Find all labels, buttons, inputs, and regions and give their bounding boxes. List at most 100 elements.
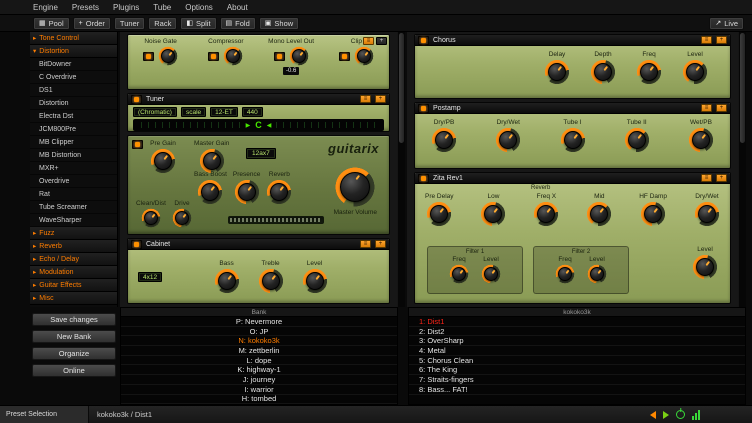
sidebar-plugin-item[interactable]: MXR+	[30, 162, 117, 175]
knob[interactable]	[533, 201, 559, 227]
power-button[interactable]	[131, 240, 142, 249]
power-button[interactable]	[143, 52, 154, 61]
sidebar-plugin-item[interactable]: Overdrive	[30, 175, 117, 188]
menu-item[interactable]: Tube	[153, 3, 171, 12]
tuner-select[interactable]: (Chromatic)	[133, 107, 177, 117]
unit-menu-button[interactable]: ≡	[363, 37, 374, 45]
menu-item[interactable]: Options	[185, 3, 213, 12]
unit-add-button[interactable]: +	[716, 104, 727, 112]
knob[interactable]	[354, 46, 374, 66]
sidebar-plugin-item[interactable]: Distortion	[30, 97, 117, 110]
toolbar-toggle-button[interactable]: ▣ Show	[259, 17, 299, 30]
sidebar-category[interactable]: ▾ Distortion	[30, 45, 117, 58]
power-button[interactable]	[418, 104, 429, 113]
bank-row[interactable]: M: zettberlin	[121, 346, 397, 356]
unit-add-button[interactable]: +	[375, 95, 386, 103]
power-button[interactable]	[208, 52, 219, 61]
unit-add-button[interactable]: +	[716, 36, 727, 44]
knob[interactable]	[266, 179, 292, 205]
sidebar-plugin-item[interactable]: Rat	[30, 188, 117, 201]
unit-add-button[interactable]: +	[375, 240, 386, 248]
pregain-knob-unit[interactable]: Pre Gain	[150, 140, 176, 174]
unit-add-button[interactable]: +	[716, 174, 727, 182]
knob[interactable]	[640, 201, 666, 227]
tube-select[interactable]: 12ax7	[246, 148, 276, 159]
unit-menu-button[interactable]: ≡	[701, 36, 712, 44]
sidebar-category[interactable]: ▸ Tone Control	[30, 32, 117, 45]
bank-row[interactable]: J: journey	[121, 375, 397, 385]
knob[interactable]	[481, 264, 501, 284]
knob[interactable]	[692, 254, 718, 280]
knob[interactable]	[302, 268, 328, 294]
menu-item[interactable]: About	[227, 3, 248, 12]
bank-row[interactable]: I: warrior	[121, 385, 397, 395]
cabinet-model-select[interactable]: 4x12	[138, 272, 162, 282]
sidebar-plugin-item[interactable]: Tube Screamer	[30, 201, 117, 214]
unit-add-button[interactable]: +	[376, 37, 387, 45]
knob-unit[interactable]: Mid	[586, 193, 612, 227]
preset-row[interactable]: 5: Chorus Clean	[409, 356, 745, 366]
knob-unit[interactable]: Level	[682, 51, 708, 85]
unit-menu-button[interactable]: ≡	[360, 95, 371, 103]
knob[interactable]	[431, 127, 457, 153]
preset-row[interactable]: 3: OverSharp	[409, 336, 745, 346]
preset-row[interactable]: 7: Straits-fingers	[409, 375, 745, 385]
power-button[interactable]	[339, 52, 350, 61]
knob-unit[interactable]: Clean/Dist	[136, 200, 166, 228]
knob[interactable]	[624, 127, 650, 153]
sidebar-plugin-item[interactable]: MB Distortion	[30, 149, 117, 162]
sidebar-category[interactable]: ▸ Modulation	[30, 266, 117, 279]
live-button[interactable]: ↗ Live	[709, 17, 744, 30]
knob[interactable]	[289, 46, 309, 66]
bank-row[interactable]: K: highway-1	[121, 365, 397, 375]
knob-unit[interactable]: Dry/PB	[431, 119, 457, 153]
knob[interactable]	[258, 268, 284, 294]
preset-selection-button[interactable]: Preset Selection	[0, 406, 89, 423]
rack-left-scrollbar[interactable]	[397, 32, 405, 307]
knob[interactable]	[682, 59, 708, 85]
knob[interactable]	[688, 127, 714, 153]
knob[interactable]	[587, 264, 607, 284]
bank-row[interactable]: L: dope	[121, 356, 397, 366]
knob[interactable]	[495, 127, 521, 153]
knob-unit[interactable]: Freq	[449, 256, 469, 284]
knob[interactable]	[544, 59, 570, 85]
preset-row[interactable]: 1: Dist1	[409, 317, 745, 327]
bank-row[interactable]: P: Nevermore	[121, 317, 397, 327]
action-button[interactable]: Organize	[32, 347, 116, 360]
previous-preset-icon[interactable]	[650, 411, 656, 419]
knob[interactable]	[141, 208, 161, 228]
sidebar-category[interactable]: ▸ Fuzz	[30, 227, 117, 240]
menu-item[interactable]: Presets	[72, 3, 99, 12]
tuner-select[interactable]: scale	[181, 107, 206, 117]
knob-unit[interactable]: Pre Delay	[425, 193, 454, 227]
sidebar-category[interactable]: ▸ Echo / Delay	[30, 253, 117, 266]
power-button[interactable]	[418, 174, 429, 183]
knob[interactable]	[560, 127, 586, 153]
knob-unit[interactable]: Delay	[544, 51, 570, 85]
next-preset-icon[interactable]	[663, 411, 669, 419]
knob[interactable]	[480, 201, 506, 227]
sidebar-category[interactable]: ▸ Reverb	[30, 240, 117, 253]
tuner-select[interactable]: 12-ET	[210, 107, 238, 117]
sidebar-category[interactable]: ▸ Misc	[30, 292, 117, 305]
menu-item[interactable]: Plugins	[113, 3, 139, 12]
toolbar-toggle-button[interactable]: ◧ Split	[180, 17, 216, 30]
toolbar-toggle-button[interactable]: Rack	[148, 17, 177, 30]
knob-unit[interactable]: Wet/PB	[688, 119, 714, 153]
knob-unit[interactable]: Freq	[555, 256, 575, 284]
knob-unit[interactable]: Bass Boost	[194, 171, 227, 205]
knob-unit[interactable]: HF Damp	[639, 193, 667, 227]
toolbar-toggle-button[interactable]: ▦ Pool	[33, 17, 70, 30]
knob[interactable]	[197, 179, 223, 205]
knob[interactable]	[150, 148, 176, 174]
knob[interactable]	[234, 179, 260, 205]
bank-row[interactable]: N: kokoko3k	[121, 336, 397, 346]
knob[interactable]	[426, 201, 452, 227]
knob-unit[interactable]: Tube II	[624, 119, 650, 153]
knob-unit[interactable]: Low	[480, 193, 506, 227]
knob-unit[interactable]: Bass	[214, 260, 240, 294]
knob-unit[interactable]: Dry/Wet	[495, 119, 521, 153]
tuner-select[interactable]: 440	[242, 107, 263, 117]
knob-unit[interactable]: Level	[587, 256, 607, 284]
